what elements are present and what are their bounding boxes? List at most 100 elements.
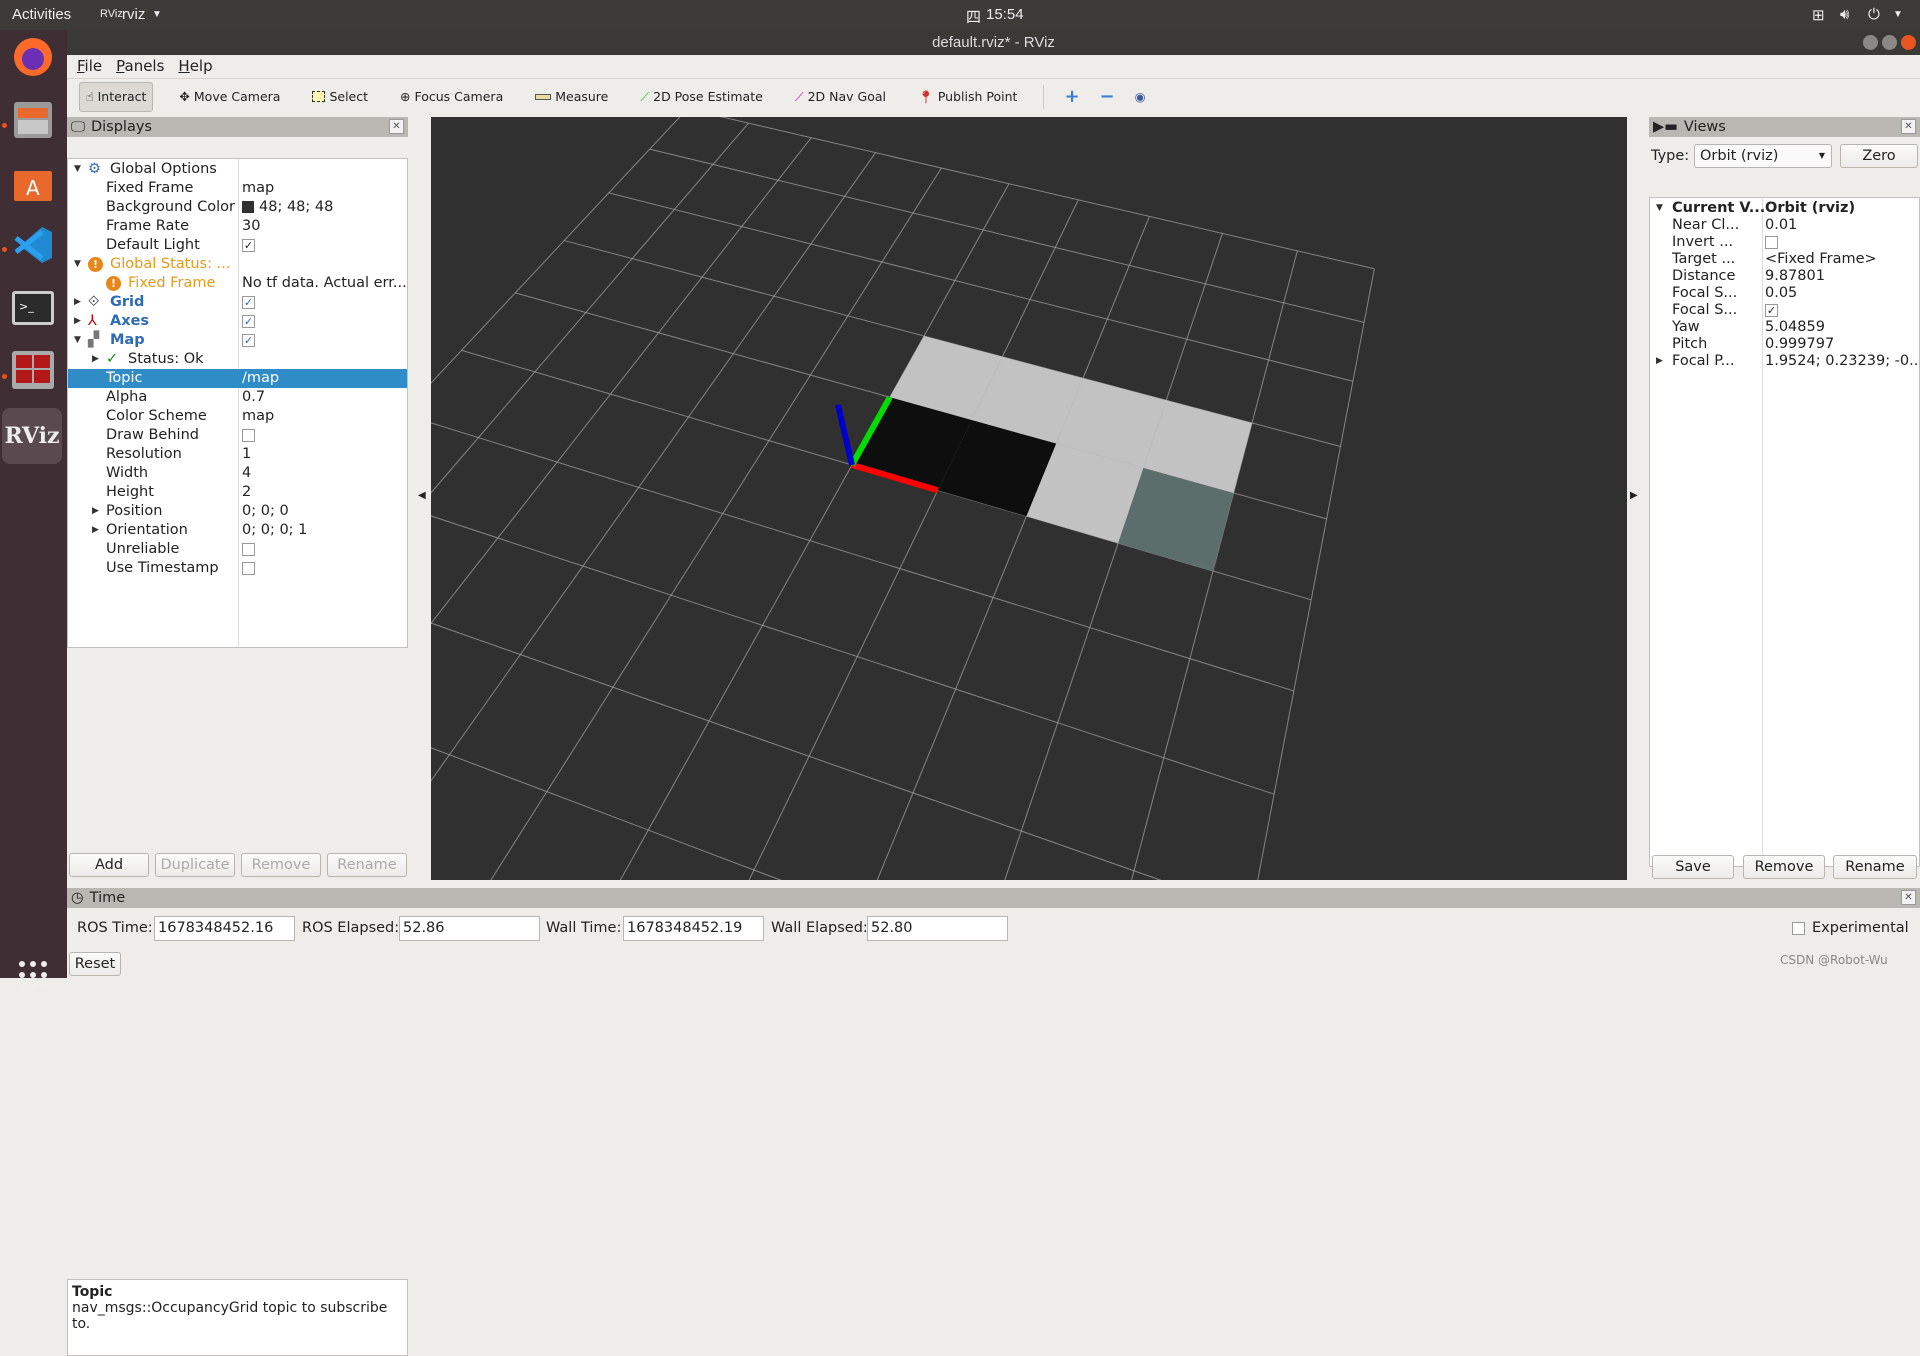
menu-file[interactable]: File xyxy=(77,55,102,77)
expand-closed-icon[interactable]: ▶ xyxy=(92,521,99,540)
power-icon[interactable]: ⏻ xyxy=(1868,6,1880,23)
property-value[interactable] xyxy=(242,540,255,559)
display-row[interactable]: Resolution 1 xyxy=(68,445,407,464)
checkbox[interactable]: ✓ xyxy=(242,238,255,252)
add-tool-icon[interactable]: + xyxy=(1064,86,1079,107)
property-value[interactable]: 1 xyxy=(242,445,251,464)
minimize-button[interactable] xyxy=(1863,35,1878,50)
remove-button[interactable]: Remove xyxy=(241,853,321,877)
property-value[interactable]: 30 xyxy=(242,217,260,236)
add-button[interactable]: Add xyxy=(69,853,149,877)
interact-tool[interactable]: ☝ Interact xyxy=(79,81,154,112)
remove-view-button[interactable]: Remove xyxy=(1743,855,1825,879)
menu-help[interactable]: Help xyxy=(178,55,212,77)
view-property-row[interactable]: ▶ Focal P... 1.9524; 0.23239; -0.... xyxy=(1650,352,1920,371)
view-type-select[interactable]: Orbit (rviz) ▼ xyxy=(1694,144,1832,168)
rename-button[interactable]: Rename xyxy=(327,853,407,877)
property-value[interactable]: /map xyxy=(242,369,279,388)
duplicate-button[interactable]: Duplicate xyxy=(155,853,235,877)
display-row[interactable]: Draw Behind xyxy=(68,426,407,445)
move-camera-tool[interactable]: ✥ Move Camera xyxy=(173,82,286,112)
expand-open-icon[interactable]: ▼ xyxy=(74,160,81,179)
property-value[interactable]: 2 xyxy=(242,483,251,502)
rviz-icon[interactable]: RViz xyxy=(2,408,62,464)
displays-tree[interactable]: ▼ ⚙ Global Options Fixed Frame map Background… xyxy=(67,158,408,648)
checkbox[interactable] xyxy=(242,542,255,556)
display-row[interactable]: ▶ ⟐ Grid ✓ xyxy=(68,293,407,312)
maximize-button[interactable] xyxy=(1882,35,1897,50)
display-row[interactable]: Width 4 xyxy=(68,464,407,483)
display-row[interactable]: ▶ ✓ Status: Ok xyxy=(68,350,407,369)
display-row[interactable]: Topic/map xyxy=(68,369,407,388)
menu-panels[interactable]: Panels xyxy=(116,55,164,77)
publish-point-tool[interactable]: 📍︎ Publish Point xyxy=(912,82,1023,112)
close-panel-button[interactable]: ✕ xyxy=(1901,890,1916,905)
3d-render-view[interactable] xyxy=(84,108,1627,1208)
display-row[interactable]: Default Light ✓ xyxy=(68,236,407,255)
show-apps-icon[interactable] xyxy=(8,950,58,1000)
display-row[interactable]: Use Timestamp xyxy=(68,559,407,578)
app-menu[interactable]: rviz xyxy=(122,6,145,23)
checkbox[interactable] xyxy=(242,428,255,442)
select-tool[interactable]: Select xyxy=(306,82,374,112)
checkbox[interactable]: ✓ xyxy=(242,333,255,347)
color-swatch[interactable] xyxy=(242,201,254,213)
close-button[interactable] xyxy=(1901,35,1916,50)
files-icon[interactable] xyxy=(8,95,58,145)
close-panel-button[interactable]: ✕ xyxy=(389,119,404,134)
terminal-icon[interactable]: >_ xyxy=(8,283,58,333)
display-row[interactable]: Frame Rate 30 xyxy=(68,217,407,236)
rename-view-button[interactable]: Rename xyxy=(1833,855,1917,879)
remove-tool-icon[interactable]: − xyxy=(1100,86,1115,107)
chevron-down-icon[interactable]: ▼ xyxy=(1893,9,1903,20)
display-row[interactable]: ▶ Orientation 0; 0; 0; 1 xyxy=(68,521,407,540)
expand-open-icon[interactable]: ▼ xyxy=(74,331,81,350)
display-row[interactable]: ▼ ⚙ Global Options xyxy=(68,160,407,179)
property-value[interactable]: map xyxy=(242,407,274,426)
property-value[interactable]: ✓ xyxy=(242,293,255,312)
save-view-button[interactable]: Save xyxy=(1652,855,1734,879)
property-value[interactable]: ✓ xyxy=(242,236,255,255)
property-value[interactable]: ✓ xyxy=(242,312,255,331)
property-value[interactable]: ✓ xyxy=(242,331,255,350)
views-tree[interactable]: ▼ Current V... Orbit (rviz) Near Cl... 0.01 I… xyxy=(1649,197,1920,867)
experimental-checkbox[interactable] xyxy=(1792,922,1805,935)
display-row[interactable]: ! Fixed Frame No tf data. Actual err... xyxy=(68,274,407,293)
clock[interactable]: 15:54 xyxy=(986,6,1024,23)
eye-icon[interactable]: ◉ xyxy=(1135,89,1146,104)
close-panel-button[interactable]: ✕ xyxy=(1901,119,1916,134)
property-value[interactable]: No tf data. Actual err... xyxy=(242,274,407,293)
display-row[interactable]: Height 2 xyxy=(68,483,407,502)
expand-closed-icon[interactable]: ▶ xyxy=(92,502,99,521)
property-value[interactable]: 4 xyxy=(242,464,251,483)
display-row[interactable]: Color Scheme map xyxy=(68,407,407,426)
firefox-icon[interactable] xyxy=(8,32,58,82)
display-row[interactable]: ▼! Global Status: ... xyxy=(68,255,407,274)
volume-icon[interactable]: 🔊︎ xyxy=(1840,6,1849,23)
checkbox[interactable]: ✓ xyxy=(242,314,255,328)
display-row[interactable]: ▶ ⅄ Axes ✓ xyxy=(68,312,407,331)
property-value[interactable]: 0; 0; 0; 1 xyxy=(242,521,307,540)
activities-button[interactable]: Activities xyxy=(12,6,71,23)
ros-time-field[interactable]: 1678348452.16 xyxy=(154,916,295,941)
display-row[interactable]: Unreliable xyxy=(68,540,407,559)
expand-closed-icon[interactable]: ▶ xyxy=(74,312,81,331)
property-value[interactable] xyxy=(242,559,255,578)
property-value[interactable]: 1.9524; 0.23239; -0.... xyxy=(1765,352,1920,371)
property-value[interactable] xyxy=(242,426,255,445)
expand-closed-icon[interactable]: ▶ xyxy=(1656,352,1663,371)
property-value[interactable]: 0.7 xyxy=(242,388,265,407)
wall-elapsed-field[interactable]: 52.80 xyxy=(867,916,1008,941)
display-row[interactable]: ▼ ▞ Map ✓ xyxy=(68,331,407,350)
display-row[interactable]: Background Color 48; 48; 48 xyxy=(68,198,407,217)
property-value[interactable]: 0; 0; 0 xyxy=(242,502,289,521)
wall-time-field[interactable]: 1678348452.19 xyxy=(623,916,764,941)
software-center-icon[interactable]: A xyxy=(8,158,58,208)
ros-elapsed-field[interactable]: 52.86 xyxy=(399,916,540,941)
3d-scene[interactable] xyxy=(84,108,1627,1208)
property-value[interactable]: 48; 48; 48 xyxy=(242,198,333,217)
measure-tool[interactable]: Measure xyxy=(529,82,614,112)
expand-closed-icon[interactable]: ▶ xyxy=(92,350,99,369)
vscode-icon[interactable] xyxy=(8,220,58,270)
terminator-icon[interactable] xyxy=(8,345,58,395)
